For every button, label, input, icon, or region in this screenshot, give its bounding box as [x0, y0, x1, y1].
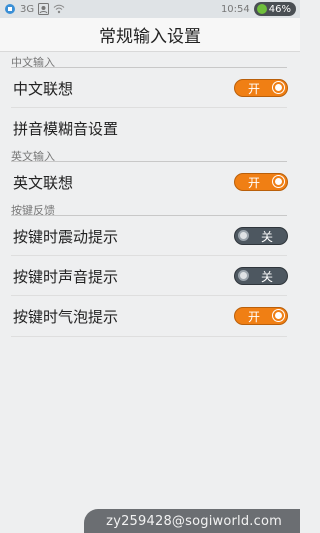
status-right-icons: 10:54 46%	[221, 2, 296, 16]
toggle-knob	[238, 270, 249, 281]
row-label: 按键时气泡提示	[13, 307, 119, 326]
chinese-association-toggle[interactable]: 开	[234, 79, 288, 97]
notification-icon	[4, 3, 16, 15]
status-bar: 3G 10:54 46%	[0, 0, 300, 18]
battery-leaf-icon	[256, 4, 267, 14]
contact-icon	[38, 3, 50, 15]
watermark-text: zy259428@sogiworld.com	[106, 513, 282, 529]
row-label: 拼音模糊音设置	[13, 119, 119, 138]
battery-indicator: 46%	[253, 2, 296, 16]
toggle-knob	[273, 310, 284, 321]
toggle-label: 开	[248, 175, 261, 190]
page-title: 常规输入设置	[99, 27, 201, 47]
row-key-bubble[interactable]: 按键时气泡提示 开	[0, 296, 300, 336]
row-divider	[11, 336, 287, 337]
toggle-knob	[238, 230, 249, 241]
row-label: 按键时声音提示	[13, 267, 119, 286]
toggle-knob	[273, 82, 284, 93]
row-fuzzy-pinyin-settings[interactable]: 拼音模糊音设置	[0, 108, 300, 148]
row-label: 英文联想	[13, 173, 74, 192]
toggle-label: 关	[260, 269, 273, 284]
battery-percent: 46%	[268, 3, 291, 15]
row-key-vibration[interactable]: 按键时震动提示 关	[0, 216, 300, 256]
watermark: zy259428@sogiworld.com	[84, 509, 300, 533]
key-vibration-toggle[interactable]: 关	[234, 227, 288, 245]
row-chinese-association[interactable]: 中文联想 开	[0, 68, 300, 108]
network-type: 3G	[20, 3, 35, 15]
section-header-chinese-input: 中文输入	[11, 56, 55, 69]
row-english-association[interactable]: 英文联想 开	[0, 162, 300, 202]
toggle-label: 关	[260, 229, 273, 244]
toggle-label: 开	[248, 309, 261, 324]
toggle-label: 开	[248, 81, 261, 96]
row-label: 中文联想	[13, 79, 74, 98]
clock: 10:54	[220, 3, 250, 15]
toggle-knob	[273, 176, 284, 187]
row-key-sound[interactable]: 按键时声音提示 关	[0, 256, 300, 296]
page-title-bar: 常规输入设置	[0, 18, 300, 52]
row-label: 按键时震动提示	[13, 227, 119, 246]
key-sound-toggle[interactable]: 关	[234, 267, 288, 285]
section-header-key-feedback: 按键反馈	[11, 204, 55, 217]
wifi-icon	[53, 4, 65, 14]
key-bubble-toggle[interactable]: 开	[234, 307, 288, 325]
status-left-icons: 3G	[4, 3, 65, 15]
section-header-english-input: 英文输入	[11, 150, 55, 163]
english-association-toggle[interactable]: 开	[234, 173, 288, 191]
